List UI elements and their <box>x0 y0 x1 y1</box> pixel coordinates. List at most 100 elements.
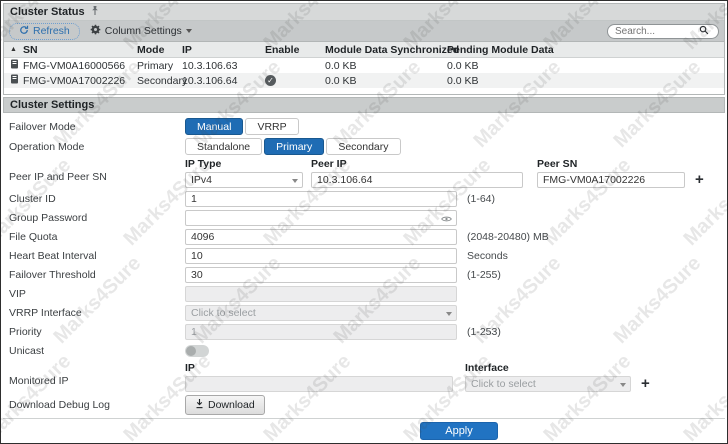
device-icon <box>10 59 19 72</box>
priority-row: Priority 1 (1-253) <box>9 324 725 340</box>
heart-beat-interval-input[interactable] <box>185 248 457 264</box>
row-mode: Secondary <box>137 75 182 87</box>
cluster-id-row: Cluster ID (1-64) <box>9 191 725 207</box>
peer-label: Peer IP and Peer SN <box>9 158 185 183</box>
group-password-input[interactable] <box>185 210 457 226</box>
column-settings-label: Column Settings <box>105 25 182 37</box>
row-module-data-synchronized: 0.0 KB <box>325 60 447 72</box>
vrrp-interface-select: Click to select <box>185 305 457 321</box>
group-password-label: Group Password <box>9 212 185 224</box>
peer-ip-input[interactable] <box>311 172 523 188</box>
ip-type-label: IP Type <box>185 158 311 170</box>
failover-threshold-label: Failover Threshold <box>9 269 185 281</box>
table-row[interactable]: FMG-VM0A17002226 Secondary 10.3.106.64 ✓… <box>4 73 724 88</box>
operation-mode-row: Operation Mode Standalone Primary Second… <box>9 138 725 155</box>
fortimanager-ha-page: Marks4SureMarks4SureMarks4SureMarks4Sure… <box>0 0 728 444</box>
unicast-row: Unicast <box>9 343 725 359</box>
operation-mode-primary-button[interactable]: Primary <box>264 138 324 155</box>
unicast-label: Unicast <box>9 345 185 357</box>
operation-mode-standalone-button[interactable]: Standalone <box>185 138 262 155</box>
cluster-status-toolbar: Refresh Column Settings <box>4 21 724 42</box>
vip-row: VIP <box>9 286 725 302</box>
file-quota-hint: (2048-20480) MB <box>467 231 549 243</box>
ip-type-select[interactable]: IPv4 <box>185 172 303 188</box>
peer-sn-input[interactable] <box>537 172 685 188</box>
row-sn: FMG-VM0A17002226 <box>23 75 125 87</box>
peer-sn-label: Peer SN <box>537 158 685 170</box>
monitored-ip-ip-label: IP <box>185 362 465 374</box>
search-icon[interactable] <box>699 22 709 40</box>
vip-input <box>185 286 457 302</box>
cluster-id-input[interactable] <box>185 191 457 207</box>
cluster-id-hint: (1-64) <box>467 193 495 205</box>
cluster-settings-title: Cluster Settings <box>10 99 94 111</box>
download-debug-log-label: Download Debug Log <box>9 399 185 411</box>
refresh-label: Refresh <box>33 25 70 37</box>
add-monitored-ip-button[interactable]: + <box>639 377 652 391</box>
operation-mode-secondary-button[interactable]: Secondary <box>326 138 400 155</box>
search-input[interactable] <box>613 25 699 38</box>
priority-input: 1 <box>185 324 457 340</box>
row-ip: 10.3.106.63 <box>182 60 265 72</box>
row-pending-module-data: 0.0 KB <box>447 75 724 87</box>
cluster-id-label: Cluster ID <box>9 193 185 205</box>
table-row[interactable]: FMG-VM0A16000566 Primary 10.3.106.63 0.0… <box>4 58 724 73</box>
header-pending-module-data[interactable]: Pending Module Data <box>447 44 724 56</box>
monitored-interface-select: Click to select <box>465 376 631 392</box>
header-enable[interactable]: Enable <box>265 44 325 56</box>
heart-beat-interval-hint: Seconds <box>467 250 508 262</box>
cluster-status-panel: Cluster Status Refresh Column Settings ▲… <box>3 3 725 95</box>
vrrp-interface-row: VRRP Interface Click to select <box>9 305 725 321</box>
toggle-knob <box>186 346 196 356</box>
row-ip: 10.3.106.64 <box>182 75 265 87</box>
vrrp-interface-label: VRRP Interface <box>9 307 185 319</box>
refresh-button[interactable]: Refresh <box>9 23 80 40</box>
failover-mode-manual-button[interactable]: Manual <box>185 118 243 135</box>
download-button[interactable]: Download <box>185 395 265 415</box>
eye-icon[interactable] <box>441 214 452 226</box>
row-pending-module-data: 0.0 KB <box>447 60 724 72</box>
chevron-down-icon <box>186 29 192 33</box>
chevron-down-icon <box>446 312 452 316</box>
row-module-data-synchronized: 0.0 KB <box>325 75 447 87</box>
download-icon <box>195 398 204 412</box>
form-footer: Apply <box>3 418 725 442</box>
pin-icon[interactable] <box>90 3 100 21</box>
failover-mode-vrrp-button[interactable]: VRRP <box>245 118 298 135</box>
download-debug-log-row: Download Debug Log Download <box>9 395 725 415</box>
cluster-status-table-header: ▲SN Mode IP Enable Module Data Synchroni… <box>4 42 724 58</box>
chevron-down-icon <box>292 179 298 183</box>
failover-threshold-row: Failover Threshold (1-255) <box>9 267 725 283</box>
sort-ascending-icon: ▲ <box>10 46 17 53</box>
file-quota-label: File Quota <box>9 231 185 243</box>
file-quota-input[interactable] <box>185 229 457 245</box>
failover-threshold-hint: (1-255) <box>467 269 501 281</box>
peer-ip-label: Peer IP <box>311 158 537 170</box>
cluster-status-title: Cluster Status <box>10 6 85 18</box>
monitored-ip-row: Monitored IP IP Interface Click to selec… <box>9 362 725 392</box>
refresh-icon <box>19 25 29 38</box>
priority-label: Priority <box>9 326 185 338</box>
peer-row: Peer IP and Peer SN IP Type Peer IP Peer… <box>9 158 725 188</box>
row-mode: Primary <box>137 60 182 72</box>
failover-mode-label: Failover Mode <box>9 121 185 133</box>
header-sn[interactable]: ▲SN <box>4 44 137 56</box>
header-module-data-synchronized[interactable]: Module Data Synchronized <box>325 44 447 56</box>
apply-button[interactable]: Apply <box>420 422 498 440</box>
gear-icon <box>90 24 101 38</box>
row-enable: ✓ <box>265 75 325 86</box>
header-mode[interactable]: Mode <box>137 44 182 56</box>
search-box <box>607 24 719 39</box>
add-peer-button[interactable]: + <box>693 173 706 187</box>
header-ip[interactable]: IP <box>182 44 265 56</box>
heart-beat-interval-label: Heart Beat Interval <box>9 250 185 262</box>
monitored-ip-label: Monitored IP <box>9 362 185 387</box>
check-circle-icon: ✓ <box>265 75 276 86</box>
cluster-settings-form: Failover Mode Manual VRRP Operation Mode… <box>3 113 725 415</box>
monitored-ip-interface-label: Interface <box>465 362 631 374</box>
column-settings-button[interactable]: Column Settings <box>90 24 192 38</box>
operation-mode-label: Operation Mode <box>9 141 185 153</box>
monitored-ip-input <box>185 376 453 392</box>
unicast-toggle[interactable] <box>185 345 209 357</box>
failover-threshold-input[interactable] <box>185 267 457 283</box>
